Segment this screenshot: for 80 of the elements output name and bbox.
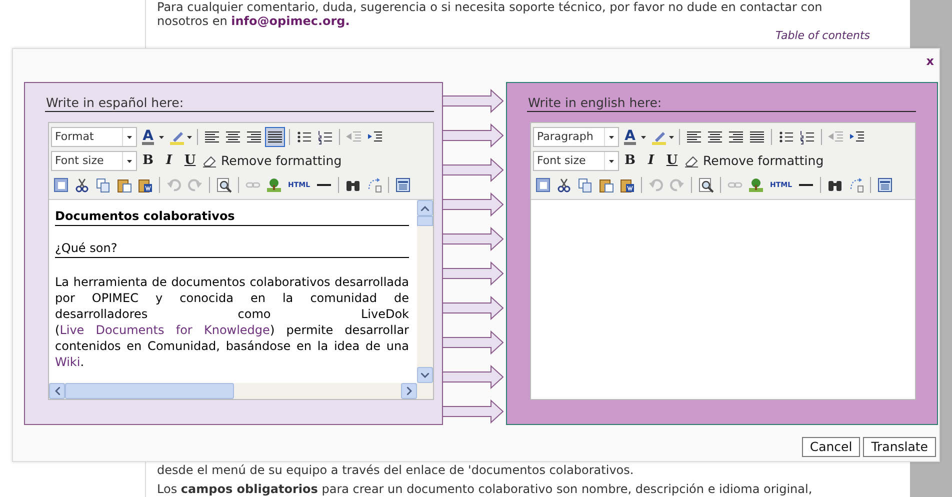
select-all-button[interactable] — [51, 175, 71, 195]
source-button[interactable] — [875, 175, 895, 195]
paste-icon — [598, 177, 614, 193]
caret-icon[interactable] — [159, 136, 165, 138]
body-text: desde el menú de su equipo a través del enlace de 'documentos colaborativos. — [157, 463, 635, 477]
remove-formatting-button[interactable]: Remove formatting — [700, 152, 827, 170]
undo-icon — [166, 177, 182, 193]
source-icon — [395, 177, 411, 193]
toc-link[interactable]: Table of contents — [157, 29, 870, 42]
select-all-button[interactable] — [533, 175, 553, 195]
paste-word-icon — [137, 177, 153, 193]
caret-icon — [126, 136, 132, 138]
format-dropdown[interactable]: Paragraph — [533, 127, 619, 147]
document-title: Documentos colaborativos — [55, 208, 409, 226]
replace-icon — [366, 177, 382, 193]
format-dropdown[interactable]: Format — [51, 127, 137, 147]
email-link[interactable]: info@opimec.org. — [231, 14, 350, 28]
bulleted-list-icon — [778, 129, 794, 145]
font-color-button[interactable]: A — [620, 127, 640, 147]
caret-icon — [608, 136, 614, 138]
scroll-right-icon — [406, 387, 412, 395]
panel-heading: Write in english here: — [527, 95, 916, 112]
bulleted-list-icon — [296, 129, 312, 145]
scroll-left-icon — [54, 387, 60, 395]
font-size-dropdown[interactable]: Font size — [51, 151, 137, 171]
scroll-down-icon — [421, 372, 429, 378]
image-icon — [266, 177, 282, 193]
paste-icon — [116, 177, 132, 193]
replace-icon — [848, 177, 864, 193]
contact-paragraph: Para cualquier comentario, duda, sugerencia o si necesita soporte técnico, por favor no dude en contactar con nosotros en info@opimec.org. — [157, 0, 824, 28]
cut-icon — [556, 177, 572, 193]
underline-button[interactable]: U — [180, 151, 200, 171]
caret-icon[interactable] — [187, 136, 193, 138]
redo-icon — [669, 177, 685, 193]
caret-icon[interactable] — [669, 136, 675, 138]
bold-button[interactable]: B — [620, 151, 640, 171]
image-icon — [748, 177, 764, 193]
numbered-list-icon — [799, 129, 815, 145]
font-color-button[interactable]: A — [138, 127, 158, 147]
horizontal-rule-icon — [317, 184, 331, 186]
font-size-dropdown[interactable]: Font size — [533, 151, 619, 171]
redo-icon — [187, 177, 203, 193]
copy-icon — [577, 177, 593, 193]
scrollbar-thumb[interactable] — [65, 383, 234, 399]
preview-button[interactable] — [696, 175, 716, 195]
copy-icon — [95, 177, 111, 193]
paste-word-icon — [619, 177, 635, 193]
preview-button[interactable] — [214, 175, 234, 195]
text-link[interactable]: Wiki — [55, 355, 80, 369]
vertical-scrollbar[interactable] — [417, 200, 433, 383]
text-link[interactable]: Live Documents for Knowledge — [60, 323, 270, 337]
dialog-button[interactable]: Cancel — [802, 437, 860, 457]
remove-formatting-button[interactable]: Remove formatting — [218, 152, 345, 170]
caret-icon — [126, 160, 132, 162]
close-button[interactable]: x — [924, 55, 936, 67]
source-button[interactable] — [393, 175, 413, 195]
highlight-icon — [168, 129, 184, 145]
undo-icon — [648, 177, 664, 193]
preview-icon — [216, 177, 232, 193]
horizontal-rule-icon — [799, 184, 813, 186]
horizontal-scrollbar[interactable] — [49, 383, 433, 399]
document-paragraph: La herramienta de documentos colaborativos desarrollada por OPIMEC y conocida en la comunidad de desarrolladores como LiveDok (Live Documents for Knowledge) permite desarrollar contenidos en Comunidad, basándose en la idea de una Wiki. — [55, 274, 409, 370]
panel-heading: Write in español here: — [45, 95, 434, 112]
preview-icon — [698, 177, 714, 193]
dialog-button[interactable]: Translate — [863, 437, 936, 457]
italic-button[interactable]: I — [641, 151, 661, 171]
body-text: Los campos obligatorios para crear un documento colaborativo son nombre, descripción e idioma original, — [157, 482, 814, 496]
caret-icon[interactable] — [641, 136, 647, 138]
highlight-icon — [650, 129, 666, 145]
align-justify-button[interactable] — [265, 127, 285, 147]
underline-button[interactable]: U — [662, 151, 682, 171]
caret-icon — [608, 160, 614, 162]
source-icon — [877, 177, 893, 193]
cut-icon — [74, 177, 90, 193]
italic-button[interactable]: I — [159, 151, 179, 171]
numbered-list-icon — [317, 129, 333, 145]
scrollbar-thumb[interactable] — [417, 216, 433, 226]
bold-button[interactable]: B — [138, 151, 158, 171]
section-heading: ¿Qué son? — [55, 240, 409, 258]
scroll-up-icon — [421, 206, 429, 210]
